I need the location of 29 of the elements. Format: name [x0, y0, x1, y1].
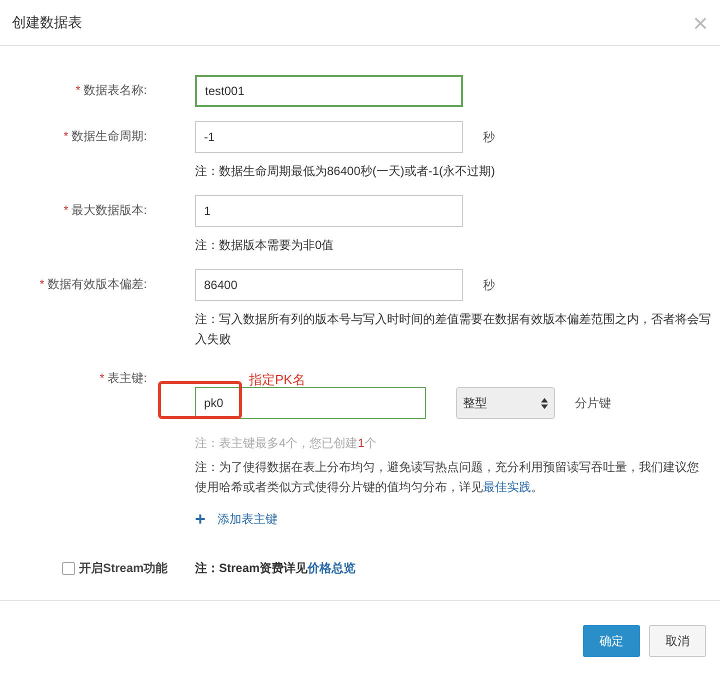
field-label: * 数据表名称:: [74, 82, 148, 99]
field-note: 注：写入数据所有列的版本号与写入时时间的差值需要在数据有效版本偏差范围之内，否者将会写 入失败: [195, 311, 712, 348]
best-practice-link[interactable]: 最佳实践: [483, 480, 531, 494]
field-label: * 表主键:: [98, 370, 148, 387]
shard-key-label: 分片键: [575, 394, 611, 412]
add-key-button[interactable]: + 添加表主键: [195, 509, 278, 530]
annotation-text: 指定PK名: [249, 371, 306, 389]
field-label: * 数据生命周期:: [62, 128, 148, 145]
unit-label: 秒: [483, 276, 495, 294]
input-field[interactable]: 1: [195, 195, 463, 227]
sort-arrows-icon: [541, 398, 548, 408]
field-label: * 最大数据版本:: [62, 202, 148, 219]
distribution-note: 注：为了使得数据在表上分布均匀，避免读写热点问题，充分利用预留读写吞吐量，我们建议您 使用哈希或者类似方式使得分片键的值均匀分布，详见最佳实践。: [195, 459, 700, 496]
cancel-button[interactable]: 取消: [649, 625, 706, 657]
confirm-button[interactable]: 确定: [583, 625, 640, 657]
unit-label: 秒: [483, 128, 495, 146]
input-field[interactable]: -1: [195, 121, 463, 153]
input-field[interactable]: pk0: [195, 387, 426, 419]
field-note: 注：数据版本需要为非0值: [195, 237, 335, 254]
stream-checkbox[interactable]: 开启Stream功能: [0, 560, 195, 577]
input-field[interactable]: test001: [195, 75, 463, 107]
pricing-link[interactable]: 价格总览: [308, 561, 356, 575]
stream-note: 注：Stream资费详见价格总览: [195, 560, 356, 577]
key-limit-note: 注：表主键最多4个，您已创建1个: [195, 435, 378, 452]
input-field[interactable]: 86400: [195, 269, 463, 301]
field-note: 注：数据生命周期最低为86400秒(一天)或者-1(永不过期): [195, 163, 496, 180]
dialog-title: 创建数据表: [12, 14, 82, 32]
type-select[interactable]: 整型: [456, 387, 555, 419]
field-label: * 数据有效版本偏差:: [38, 276, 148, 293]
